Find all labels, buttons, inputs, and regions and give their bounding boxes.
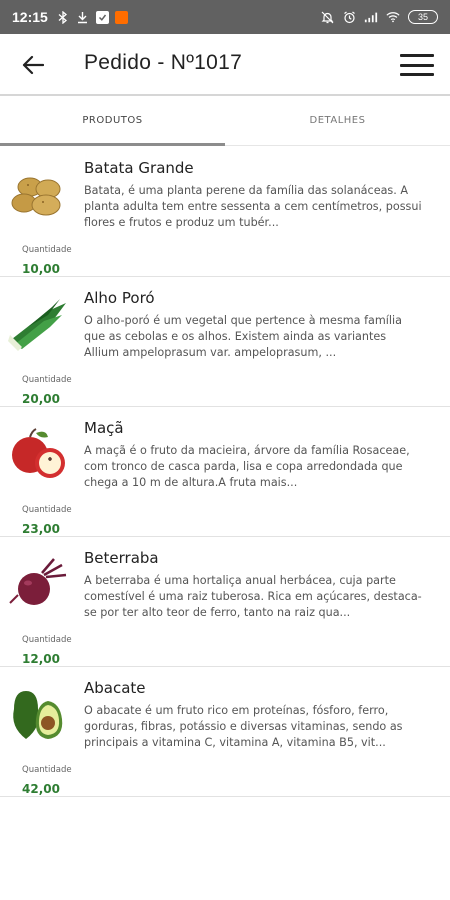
tab-produtos[interactable]: PRODUTOS [0,96,225,146]
avocado-icon [13,691,63,739]
product-list: Batata Grande Batata, é uma planta peren… [0,147,450,797]
apple-icon [12,428,65,478]
product-name: Abacate [84,679,146,697]
leek-icon [8,299,66,351]
hamburger-line [400,73,434,76]
product-name: Batata Grande [84,159,194,177]
battery-icon: 35 [408,10,438,24]
product-description: O abacate é um fruto rico em proteínas, … [84,704,403,749]
quantity-value: 10,00 [22,262,60,276]
product-description: A maçã é o fruto da macieira, árvore da … [84,444,410,489]
quantity-label: Quantidade [22,505,72,515]
tab-bar: PRODUTOS DETALHES [0,96,450,146]
tab-detalhes[interactable]: DETALHES [225,96,450,145]
check-icon [95,10,109,24]
status-notifications [56,10,128,24]
mute-icon [320,10,334,24]
page-title: Pedido - Nº1017 [84,51,243,74]
hamburger-line [400,63,434,67]
product-item[interactable]: Maçã A maçã é o fruto da macieira, árvor… [0,407,450,537]
quantity-value: 20,00 [22,392,60,406]
menu-button[interactable] [398,51,436,79]
product-name: Maçã [84,419,124,437]
product-item[interactable]: Abacate O abacate é um fruto rico em pro… [0,667,450,797]
back-button[interactable] [18,50,48,80]
product-description: A beterraba é uma hortaliça anual herbác… [84,574,422,619]
quantity-value: 23,00 [22,522,60,536]
orange-app-icon [114,10,128,24]
quantity-value: 12,00 [22,652,60,666]
hamburger-line [400,54,434,57]
app-bar: Pedido - Nº1017 [0,34,450,96]
potato-icon [11,177,61,216]
quantity-label: Quantidade [22,375,72,385]
product-item[interactable]: Alho Poró O alho-poró é um vegetal que p… [0,277,450,407]
quantity-label: Quantidade [22,635,72,645]
product-description: Batata, é uma planta perene da família d… [84,184,422,229]
alarm-icon [342,10,356,24]
quantity-value: 42,00 [22,782,60,796]
quantity-label: Quantidade [22,245,72,255]
quantity-label: Quantidade [22,765,72,775]
arrow-left-icon [22,55,44,75]
product-name: Beterraba [84,549,159,567]
bluetooth-icon [56,10,70,24]
signal-icon [364,10,378,24]
beet-icon [9,558,67,605]
product-name: Alho Poró [84,289,155,307]
status-time: 12:15 [12,9,48,25]
product-item[interactable]: Batata Grande Batata, é uma planta peren… [0,147,450,277]
status-bar: 12:15 35 [0,0,450,34]
product-item[interactable]: Beterraba A beterraba é uma hortaliça an… [0,537,450,667]
wifi-icon [386,10,400,24]
product-description: O alho-poró é um vegetal que pertence à … [84,314,402,359]
download-icon [76,10,90,24]
status-system: 35 [320,10,438,24]
